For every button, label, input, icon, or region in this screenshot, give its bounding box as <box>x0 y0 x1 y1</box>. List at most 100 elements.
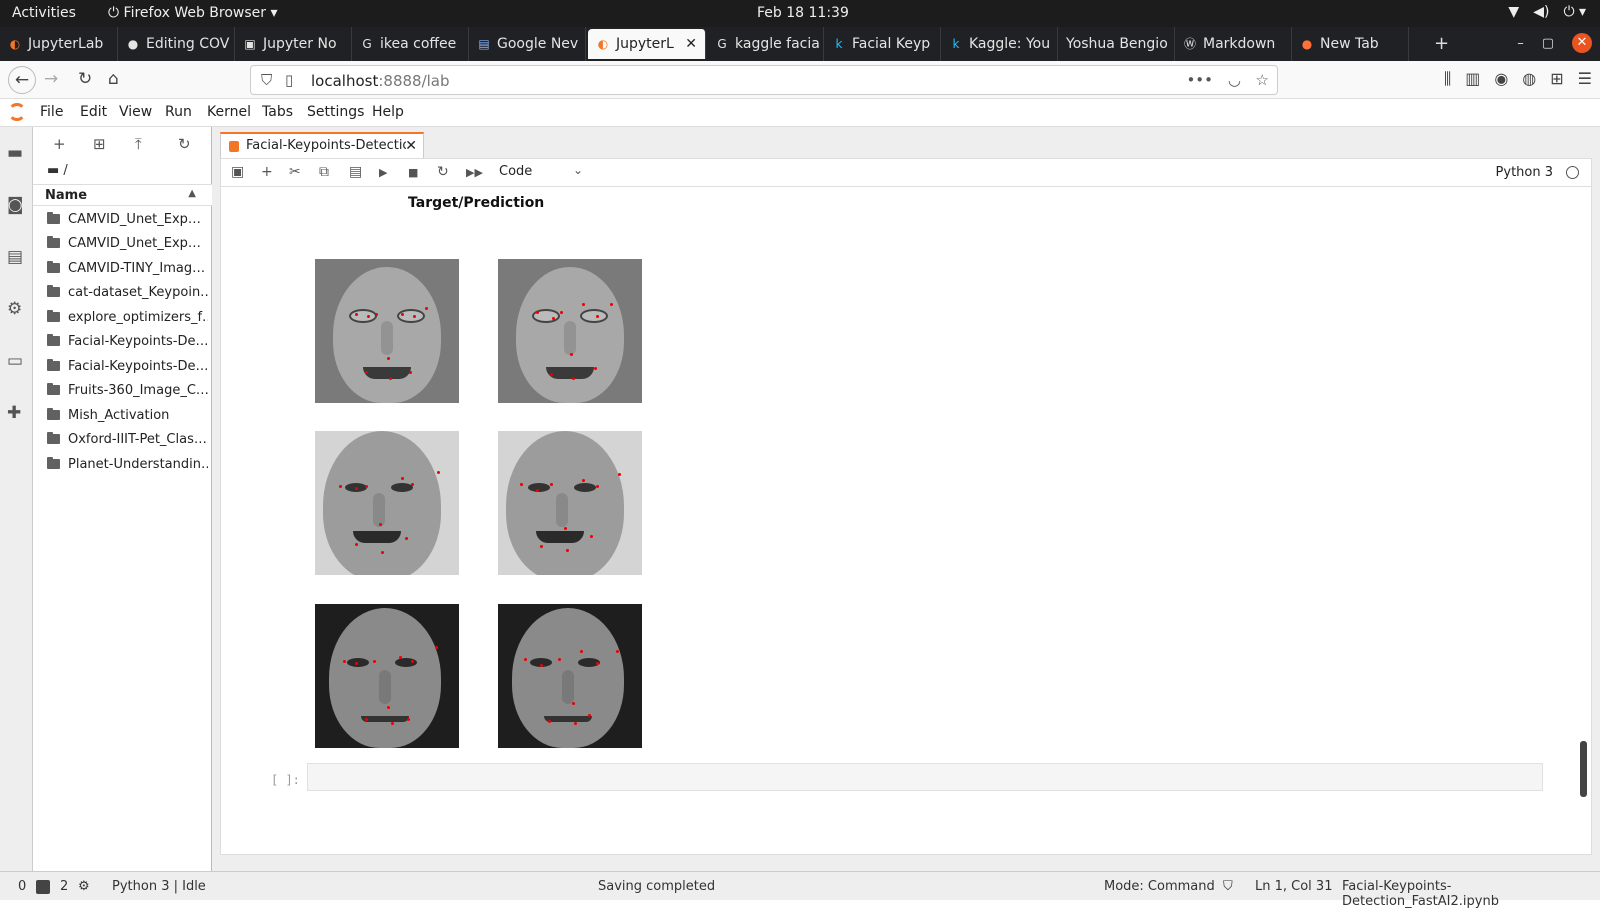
commands-icon[interactable]: ▤ <box>7 247 23 267</box>
extension-icon[interactable]: ◍ <box>1522 69 1536 89</box>
maximize-button[interactable]: ▢ <box>1542 36 1554 51</box>
running-icon[interactable]: ◙ <box>7 195 24 215</box>
close-window-button[interactable]: ✕ <box>1572 33 1592 53</box>
add-cell-icon[interactable]: + <box>261 164 273 180</box>
property-inspector-icon[interactable]: ⚙ <box>7 299 22 319</box>
browser-tab[interactable]: ▤ Google Nev <box>469 27 586 61</box>
file-item[interactable]: CAMVID-TINY_Imag… <box>33 257 212 281</box>
new-folder-icon[interactable]: ⊞ <box>93 135 106 153</box>
prediction-face-image <box>498 604 642 748</box>
forward-button[interactable]: → <box>44 69 58 89</box>
menu-settings[interactable]: Settings <box>307 104 364 120</box>
copy-icon[interactable]: ⧉ <box>319 164 329 180</box>
kernel-settings-icon: ⚙ <box>78 879 90 894</box>
browser-tab[interactable]: ● New Tab <box>1292 27 1409 61</box>
notebook-toolbar: ▣ + ✂ ⧉ ▤ ▶ ■ ↻ ▶▶ Code ⌄ Python 3 <box>221 159 1591 187</box>
run-icon[interactable]: ▶ <box>379 166 387 179</box>
paste-icon[interactable]: ▤ <box>349 164 362 180</box>
more-actions-icon[interactable]: ••• <box>1186 71 1213 89</box>
menu-help[interactable]: Help <box>372 104 404 120</box>
menu-edit[interactable]: Edit <box>80 104 107 120</box>
kernel-name[interactable]: Python 3 <box>1496 165 1553 180</box>
browser-tab[interactable]: Gikea coffee <box>352 27 469 61</box>
cell-type-select[interactable]: Code <box>499 164 532 179</box>
volume-icon: ◀) <box>1533 4 1550 20</box>
new-launcher-icon[interactable]: + <box>53 135 66 153</box>
save-icon[interactable]: ▣ <box>231 164 244 180</box>
menu-kernel[interactable]: Kernel <box>207 104 251 120</box>
menu-tabs[interactable]: Tabs <box>262 104 293 120</box>
refresh-icon[interactable]: ↻ <box>178 135 191 153</box>
trusted-shield-icon[interactable]: ⛉ <box>1223 879 1233 894</box>
window-controls: – ▢ ✕ <box>1517 33 1592 53</box>
menu-file[interactable]: File <box>40 104 63 120</box>
cut-icon[interactable]: ✂ <box>289 164 301 180</box>
browser-tab[interactable]: Gkaggle facia <box>707 27 824 61</box>
breadcrumb[interactable]: ▬ / <box>47 163 68 178</box>
pocket-icon[interactable]: ◡ <box>1228 71 1241 89</box>
browser-tab[interactable]: Ⓦ Markdown <box>1175 27 1292 61</box>
file-item[interactable]: cat-dataset_Keypoin… <box>33 281 212 305</box>
menu-view[interactable]: View <box>119 104 152 120</box>
scrollbar-thumb[interactable] <box>1580 741 1587 797</box>
firefox-icon: ● <box>1301 37 1313 51</box>
notebook-tab[interactable]: Facial-Keypoints-Detection_FastAI2.ipynb… <box>220 132 424 159</box>
app-menu[interactable]: ⏻ Firefox Web Browser ▾ <box>108 5 278 21</box>
browser-tab[interactable]: ▣ Jupyter No <box>235 27 352 61</box>
file-browser-toolbar: + ⊞ ⤒ ↻ <box>33 135 212 155</box>
file-item[interactable]: Mish_Activation <box>33 404 212 428</box>
home-button[interactable]: ⌂ <box>108 69 119 89</box>
url-bar[interactable]: ⛉ ▯ localhost:8888/lab ••• ◡ ☆ <box>250 65 1278 95</box>
browser-tab[interactable]: ● Editing COV <box>118 27 235 61</box>
file-item[interactable]: Planet-Understandin… <box>33 453 212 477</box>
back-button[interactable]: ← <box>8 66 36 94</box>
file-item[interactable]: Fruits-360_Image_C… <box>33 379 212 403</box>
sidebar-icon[interactable]: ▥ <box>1465 69 1480 89</box>
file-item[interactable]: Facial-Keypoints-De… <box>33 330 212 354</box>
folder-icon: ▬ <box>47 163 64 178</box>
tabs-icon[interactable]: ▭ <box>7 351 23 371</box>
upload-icon[interactable]: ⤒ <box>135 135 142 153</box>
file-list-header[interactable]: Name ▲ <box>33 184 212 206</box>
account-icon[interactable]: ◉ <box>1494 69 1508 89</box>
kernel-status[interactable]: Python 3 | Idle <box>112 879 206 894</box>
editor-mode[interactable]: Mode: Command <box>1104 879 1215 894</box>
system-tray[interactable]: ▼ ◀) ⏻ ▾ <box>1508 4 1586 20</box>
hamburger-menu-icon[interactable]: ☰ <box>1578 69 1592 89</box>
new-tab-button[interactable]: + <box>1434 33 1449 54</box>
file-item[interactable]: CAMVID_Unet_Exp… <box>33 232 212 256</box>
browser-tab[interactable]: k Kaggle: You <box>941 27 1058 61</box>
minimize-button[interactable]: – <box>1517 36 1524 51</box>
chevron-down-icon[interactable]: ⌄ <box>573 163 583 177</box>
folder-icon <box>47 310 60 322</box>
file-item[interactable]: Facial-Keypoints-De… <box>33 355 212 379</box>
extensions-puzzle-icon[interactable]: ✚ <box>7 403 21 423</box>
file-item[interactable]: explore_optimizers_f… <box>33 306 212 330</box>
folder-icon[interactable]: ▬ <box>7 143 23 163</box>
stop-icon[interactable]: ■ <box>408 166 418 179</box>
browser-tab-active[interactable]: ◐ JupyterL ✕ <box>588 29 706 59</box>
browser-tab[interactable]: Yoshua Bengio <box>1058 27 1175 61</box>
restart-run-all-icon[interactable]: ▶▶ <box>466 166 483 179</box>
status-count[interactable]: 0 <box>18 879 26 894</box>
extensions-icon[interactable]: ⊞ <box>1550 69 1563 89</box>
file-item[interactable]: CAMVID_Unet_Exp… <box>33 208 212 232</box>
close-icon[interactable]: ✕ <box>405 138 417 154</box>
browser-tab-strip: ◐ JupyterLab ● Editing COV ▣ Jupyter No Gik… <box>0 27 1600 61</box>
library-icon[interactable]: ⫼ <box>1444 69 1451 89</box>
empty-code-cell[interactable] <box>307 763 1543 791</box>
folder-icon <box>47 285 60 297</box>
activities-button[interactable]: Activities <box>12 5 76 21</box>
wifi-icon: ▼ <box>1508 4 1520 20</box>
menu-run[interactable]: Run <box>165 104 192 120</box>
reload-button[interactable]: ↻ <box>78 69 92 89</box>
clock[interactable]: Feb 18 11:39 <box>757 5 849 21</box>
bookmark-star-icon[interactable]: ☆ <box>1256 71 1269 89</box>
restart-icon[interactable]: ↻ <box>437 164 449 180</box>
close-tab-icon[interactable]: ✕ <box>685 36 697 52</box>
browser-tab[interactable]: ◐ JupyterLab <box>0 27 118 61</box>
file-item[interactable]: Oxford-IIIT-Pet_Clas… <box>33 428 212 452</box>
browser-tab[interactable]: k Facial Keyp <box>824 27 941 61</box>
terminal-count[interactable]: 2 <box>60 879 68 894</box>
cursor-position[interactable]: Ln 1, Col 31 <box>1255 879 1332 894</box>
